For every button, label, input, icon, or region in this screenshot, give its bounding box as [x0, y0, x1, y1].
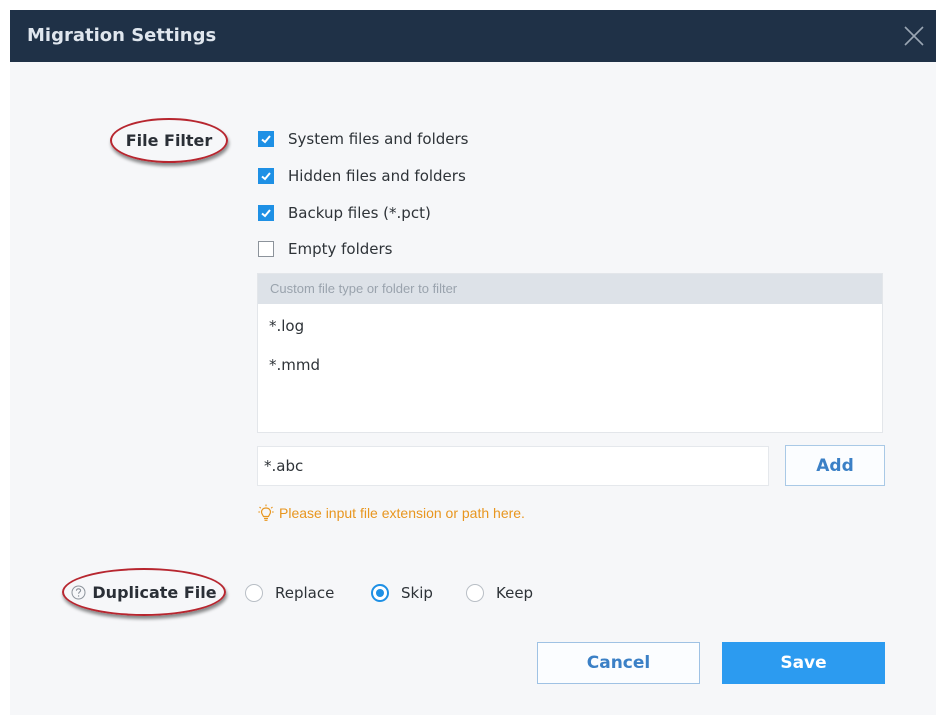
radio-replace[interactable]: Replace — [245, 582, 334, 604]
checkbox-label: Empty folders — [288, 240, 393, 258]
help-icon[interactable] — [71, 585, 86, 600]
hint-text: Please input file extension or path here… — [279, 505, 525, 521]
checkbox-system-files[interactable]: System files and folders — [258, 128, 468, 150]
duplicate-file-label-text: Duplicate File — [92, 582, 217, 602]
checkbox-label: Backup files (*.pct) — [288, 204, 431, 222]
radio-label: Skip — [401, 584, 433, 602]
checkbox-label: Hidden files and folders — [288, 167, 466, 185]
save-button[interactable]: Save — [722, 642, 885, 684]
custom-filter-list[interactable]: Custom file type or folder to filter *.l… — [257, 273, 883, 433]
radio-label: Replace — [275, 584, 335, 602]
checkbox-empty-folders[interactable]: Empty folders — [258, 238, 393, 260]
radio-icon[interactable] — [466, 584, 484, 602]
file-extension-input[interactable] — [257, 446, 769, 486]
checkbox-icon[interactable] — [258, 168, 274, 184]
duplicate-file-label: Duplicate File — [62, 568, 226, 616]
list-item[interactable]: *.log — [269, 317, 304, 335]
file-filter-label-text: File Filter — [125, 131, 213, 150]
radio-icon[interactable] — [371, 584, 389, 602]
lightbulb-icon — [258, 504, 274, 522]
checkbox-icon[interactable] — [258, 205, 274, 221]
file-filter-label: File Filter — [110, 118, 228, 163]
dialog-title: Migration Settings — [27, 25, 217, 46]
migration-settings-dialog: Migration Settings File Filter System fi… — [10, 10, 936, 715]
radio-label: Keep — [496, 584, 534, 602]
checkbox-icon[interactable] — [258, 131, 274, 147]
close-icon[interactable] — [901, 23, 927, 49]
add-button[interactable]: Add — [785, 445, 885, 486]
input-hint: Please input file extension or path here… — [258, 503, 525, 523]
checkbox-hidden-files[interactable]: Hidden files and folders — [258, 165, 466, 187]
checkbox-label: System files and folders — [288, 130, 469, 148]
checkbox-backup-files[interactable]: Backup files (*.pct) — [258, 202, 431, 224]
radio-keep[interactable]: Keep — [466, 582, 533, 604]
checkbox-icon[interactable] — [258, 241, 274, 257]
radio-icon[interactable] — [245, 584, 263, 602]
title-bar: Migration Settings — [10, 10, 936, 62]
radio-skip[interactable]: Skip — [371, 582, 433, 604]
custom-filter-list-header: Custom file type or folder to filter — [258, 274, 882, 304]
cancel-button[interactable]: Cancel — [537, 642, 700, 684]
list-item[interactable]: *.mmd — [269, 356, 320, 374]
